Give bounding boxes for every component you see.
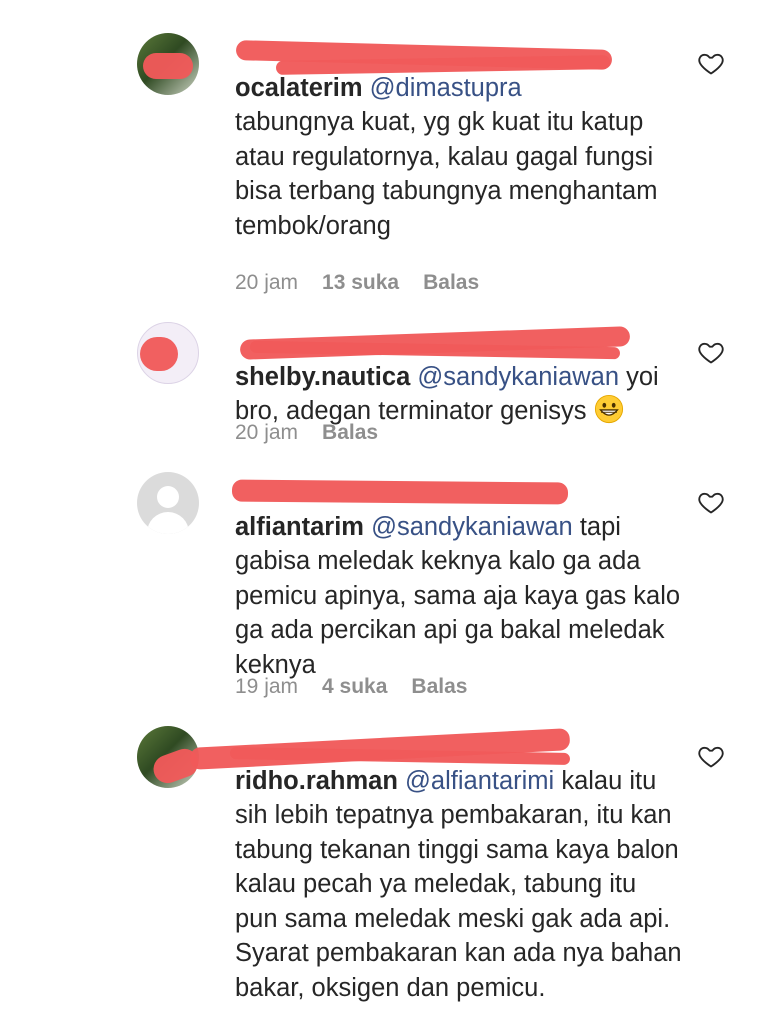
comment-time: 20 jam — [235, 421, 299, 444]
comment-likes[interactable]: 4 suka — [322, 675, 387, 699]
comment-meta: 19 jam 4 suka Balas — [235, 675, 467, 699]
avatar[interactable] — [137, 472, 199, 534]
comment-mention[interactable]: @dimastupra — [370, 74, 522, 102]
comment-time: 20 jam — [235, 271, 299, 294]
default-avatar-head — [157, 486, 179, 508]
comment-username[interactable]: ocalaterim — [235, 74, 363, 102]
redaction-mark — [231, 479, 569, 505]
redaction-mark — [143, 53, 193, 79]
comment-mention[interactable]: @alfiantarimi — [405, 767, 554, 795]
grinning-face-icon — [594, 394, 623, 424]
comment-mention[interactable]: @sandykaniawan — [417, 363, 619, 391]
comment-meta: 20 jam 13 suka Balas — [235, 271, 479, 295]
reply-button[interactable]: Balas — [423, 271, 479, 295]
comment-text: ridho.rahman @alfiantarimi kalau itu sih… — [235, 729, 685, 1005]
comment-likes[interactable]: 13 suka — [322, 271, 399, 295]
heart-outline-icon[interactable] — [697, 742, 725, 770]
reply-button[interactable]: Balas — [411, 675, 467, 699]
comment-body: kalau itu sih lebih tepatnya pembakaran,… — [235, 766, 682, 1002]
comment-text: alfiantarim @sandykaniawan tapi gabisa m… — [235, 475, 685, 682]
avatar[interactable] — [137, 322, 199, 384]
heart-outline-icon[interactable] — [697, 338, 725, 366]
comment-mention[interactable]: @sandykaniawan — [371, 513, 573, 541]
heart-outline-icon[interactable] — [697, 488, 725, 516]
default-avatar-body — [147, 512, 189, 534]
reply-button[interactable]: Balas — [322, 421, 378, 445]
comment-username[interactable]: shelby.nautica — [235, 363, 410, 391]
avatar[interactable] — [137, 33, 199, 95]
comment-body: tabungnya kuat, yg gk kuat itu katup ata… — [235, 108, 658, 240]
heart-outline-icon[interactable] — [697, 49, 725, 77]
comment-meta: 20 jam Balas — [235, 421, 378, 445]
comment-time: 19 jam — [235, 675, 299, 698]
redaction-mark — [140, 337, 178, 371]
comment-username[interactable]: alfiantarim — [235, 513, 364, 541]
comment-username[interactable]: ridho.rahman — [235, 767, 398, 795]
